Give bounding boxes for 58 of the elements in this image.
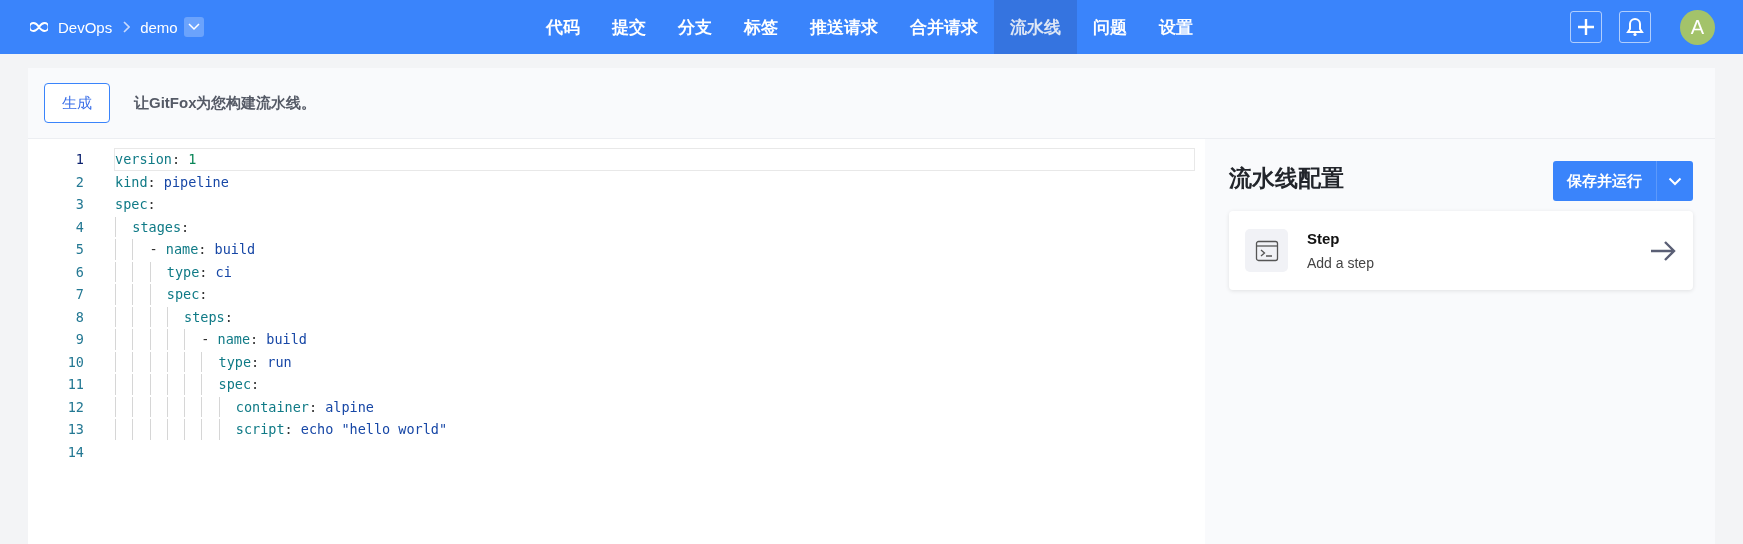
line-number: 12 — [66, 397, 84, 417]
repo-link[interactable]: demo — [140, 18, 178, 36]
chevron-down-icon — [1668, 176, 1682, 186]
user-avatar[interactable]: A — [1680, 9, 1715, 45]
nav-tab[interactable]: 推送请求 — [794, 0, 894, 54]
nav-tab[interactable]: 合并请求 — [894, 0, 994, 54]
code-line: type: run — [218, 352, 292, 372]
nav-tab[interactable]: 问题 — [1077, 0, 1143, 54]
code-line: script: echo "hello world" — [235, 420, 448, 439]
plus-button[interactable] — [1570, 11, 1602, 43]
save-run-button[interactable]: 保存并运行 — [1553, 161, 1657, 201]
code-editor[interactable]: 1 version: 1 2 kind: pipeline 3 spec: 4 stages: 5 - name: build 6 type: ci 7 spec: 8 steps: 9 - name: build 10 type: run 11 spec: 12 container: alpine 13 script: echo "hello world" 14 — [28, 139, 1205, 544]
line-number: 5 — [74, 240, 84, 259]
code-line: container: alpine — [235, 397, 374, 417]
code-line: spec: — [115, 195, 156, 214]
nav-tab[interactable]: 标签 — [728, 0, 794, 54]
notifications-button[interactable] — [1619, 11, 1651, 43]
line-number: 11 — [66, 375, 84, 394]
chevron-right-icon — [122, 21, 131, 33]
plus-icon — [1576, 17, 1596, 37]
org-link[interactable]: DevOps — [58, 18, 113, 36]
line-number: 3 — [74, 195, 84, 214]
hint-text: 让GitFox为您构建流水线。 — [134, 93, 317, 113]
line-number: 4 — [74, 217, 84, 237]
generate-button[interactable]: 生成 — [44, 83, 110, 123]
step-card[interactable]: Step Add a step — [1229, 211, 1693, 290]
arrow-right-icon — [1649, 239, 1677, 262]
code-line: kind: pipeline — [115, 172, 229, 192]
line-number: 14 — [66, 442, 84, 462]
chevron-down-icon — [187, 23, 200, 31]
code-line: stages: — [132, 217, 190, 237]
bell-icon — [1626, 17, 1644, 37]
line-number: 9 — [74, 330, 84, 349]
code-line: steps: — [184, 307, 233, 327]
nav-tab[interactable]: 分支 — [662, 0, 728, 54]
code-line: - name: build — [149, 240, 256, 259]
line-number: 7 — [74, 285, 84, 304]
code-line: spec: — [166, 285, 208, 304]
code-line: type: ci — [166, 262, 232, 282]
line-number: 10 — [66, 352, 84, 372]
step-subtitle: Add a step — [1307, 255, 1374, 271]
code-line: version: 1 — [115, 150, 197, 169]
line-number: 1 — [74, 150, 84, 169]
code-line: - name: build — [201, 330, 307, 349]
line-number: 6 — [74, 262, 84, 282]
infinity-icon — [30, 22, 48, 32]
panel-title: 流水线配置 — [1229, 164, 1344, 193]
line-number: 2 — [74, 172, 84, 192]
step-title: Step — [1307, 230, 1341, 247]
nav-tab[interactable]: 代码 — [530, 0, 596, 54]
nav-tab[interactable]: 流水线 — [994, 0, 1077, 54]
code-line: spec: — [218, 375, 260, 394]
terminal-icon — [1245, 229, 1288, 272]
repo-dropdown-button[interactable] — [183, 17, 204, 37]
line-number: 13 — [66, 420, 84, 439]
nav-tab[interactable]: 设置 — [1143, 0, 1209, 54]
nav-tab[interactable]: 提交 — [596, 0, 662, 54]
line-number: 8 — [74, 307, 84, 327]
